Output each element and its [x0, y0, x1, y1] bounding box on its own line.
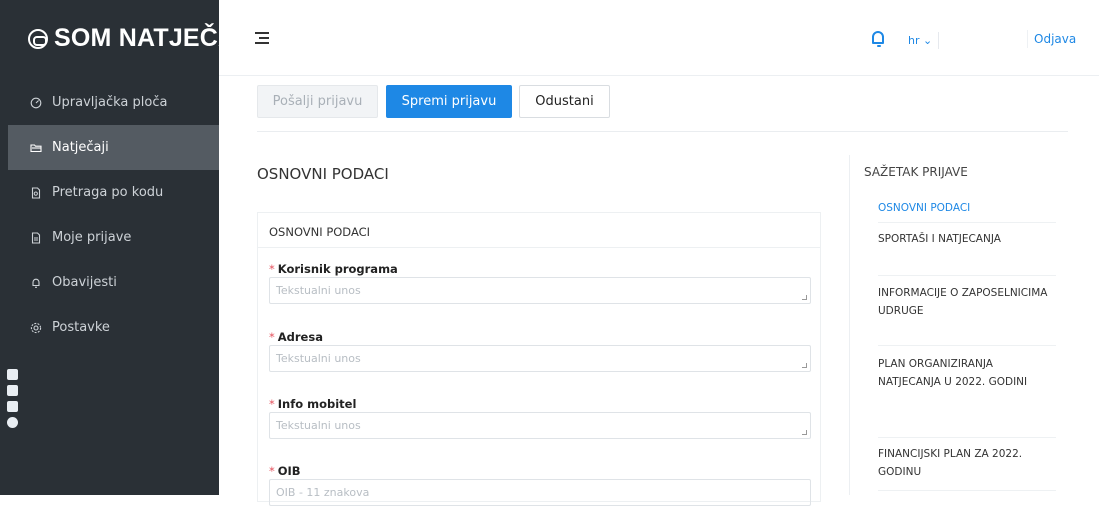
summary-item-basic-data[interactable]: OSNOVNI PODACI	[878, 199, 1056, 223]
document-search-icon	[30, 186, 42, 199]
summary-item-financial-plan[interactable]: FINANCIJSKI PLAN ZA 2022. GODINU	[878, 445, 1056, 491]
gear-icon[interactable]	[7, 417, 18, 428]
sidebar-item-notifications[interactable]: Obavijesti	[0, 260, 219, 305]
resize-handle-icon	[802, 363, 807, 368]
resize-handle-icon	[802, 430, 807, 435]
bell-icon	[30, 277, 42, 289]
sidebar-item-natjecaji[interactable]: Natječaji	[8, 125, 219, 170]
top-bar: hr ⌄ Odjava	[219, 0, 1099, 76]
cancel-button[interactable]: Odustani	[519, 85, 610, 118]
notifications-bell-icon[interactable]	[872, 31, 884, 47]
summary-item-athletes[interactable]: SPORTAŠI I NATJECANJA	[878, 230, 1056, 276]
summary-item-competition-plan[interactable]: PLAN ORGANIZIRANJA NATJECANJA U 2022. GO…	[878, 355, 1056, 438]
summary-item-employees[interactable]: INFORMACIJE O ZAPOSELNICIMA UDRUGE	[878, 284, 1056, 346]
sidebar-item-label: Postavke	[52, 320, 110, 335]
application-summary: SAŽETAK PRIJAVE OSNOVNI PODACI SPORTAŠI …	[849, 155, 1061, 495]
floating-toolbar	[7, 369, 21, 428]
card-title: OSNOVNI PODACI	[258, 213, 820, 248]
sidebar-item-dashboard[interactable]: Upravljačka ploča	[0, 80, 219, 125]
field-label-program-user: * Korisnik programa	[269, 262, 398, 276]
sidebar-item-label: Moje prijave	[52, 230, 132, 245]
sidebar-item-settings[interactable]: Postavke	[0, 305, 219, 350]
image-icon[interactable]	[7, 401, 18, 412]
gear-icon	[30, 322, 42, 334]
send-application-button[interactable]: Pošalji prijavu	[257, 85, 378, 118]
mobile-input[interactable]: Tekstualni unos	[269, 412, 811, 439]
resize-handle-icon	[802, 295, 807, 300]
sidebar-item-label: Pretraga po kodu	[52, 185, 164, 200]
field-label-oib: * OIB	[269, 464, 301, 478]
sidebar-nav: Upravljačka ploča Natječaji Pretraga po …	[0, 80, 219, 350]
page-title: OSNOVNI PODACI	[257, 165, 389, 183]
divider	[257, 131, 1068, 132]
language-selector[interactable]: hr ⌄	[902, 32, 940, 49]
dashboard-icon	[30, 97, 42, 109]
logout-link[interactable]: Odjava	[1027, 30, 1082, 48]
folder-open-icon	[30, 142, 42, 154]
document-icon	[30, 231, 42, 244]
summary-title: SAŽETAK PRIJAVE	[864, 165, 968, 179]
field-label-mobile: * Info mobitel	[269, 397, 357, 411]
sidebar-item-label: Obavijesti	[52, 275, 117, 290]
sidebar-item-label: Natječaji	[52, 140, 109, 155]
oib-input[interactable]: OIB - 11 znakova	[269, 479, 811, 506]
save-application-button[interactable]: Spremi prijavu	[386, 85, 512, 118]
field-label-address: * Adresa	[269, 330, 323, 344]
address-input[interactable]: Tekstualni unos	[269, 345, 811, 372]
sidebar: SOM NATJEČAJI Upravljačka ploča Natječaj…	[0, 0, 257, 495]
sidebar-item-my-applications[interactable]: Moje prijave	[0, 215, 219, 260]
camera-icon[interactable]	[7, 369, 18, 380]
menu-toggle-icon[interactable]	[255, 32, 269, 44]
video-icon[interactable]	[7, 385, 18, 396]
basic-data-card: OSNOVNI PODACI * Korisnik programa Tekstu…	[257, 212, 821, 506]
sidebar-item-label: Upravljačka ploča	[52, 95, 168, 110]
logo-icon	[28, 28, 48, 49]
sidebar-item-search-code[interactable]: Pretraga po kodu	[0, 170, 219, 215]
program-user-input[interactable]: Tekstualni unos	[269, 277, 811, 304]
